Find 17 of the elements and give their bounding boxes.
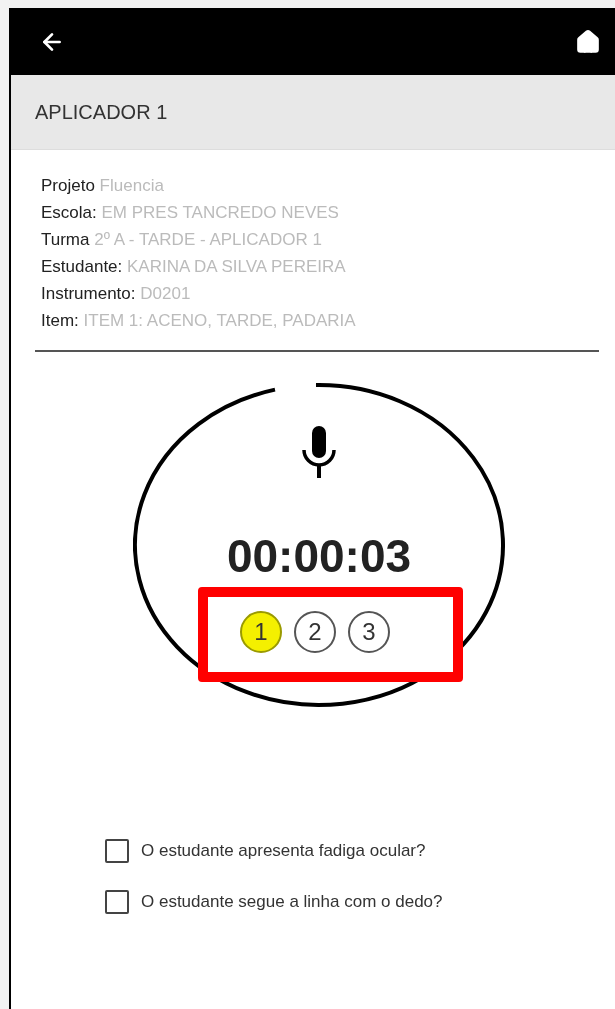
timer-text: 00:00:03 — [226, 530, 412, 583]
attempt-indicator[interactable]: 3 — [348, 611, 390, 653]
question-label: O estudante apresenta fadiga ocular? — [141, 841, 426, 861]
detail-line: Escola: EM PRES TANCREDO NEVES — [41, 202, 340, 224]
checkbox[interactable] — [105, 839, 129, 863]
microphone-icon[interactable] — [301, 426, 337, 478]
detail-line: Projeto Fluencia — [41, 175, 165, 197]
question-label: O estudante segue a linha com o dedo? — [141, 892, 443, 912]
detail-line: Estudante: KARINA DA SILVA PEREIRA — [41, 256, 347, 278]
attempt-indicator[interactable]: 2 — [294, 611, 336, 653]
home-icon[interactable] — [575, 28, 601, 55]
detail-line: Instrumento: D0201 — [41, 283, 192, 305]
section-title: APLICADOR 1 — [35, 100, 168, 124]
checkbox[interactable] — [105, 890, 129, 914]
attempt-indicator[interactable]: 1 — [240, 611, 282, 653]
detail-line: Item: ITEM 1: ACENO, TARDE, PADARIA — [41, 310, 357, 332]
detail-line: Turma 2º A - TARDE - APLICADOR 1 — [41, 229, 323, 251]
